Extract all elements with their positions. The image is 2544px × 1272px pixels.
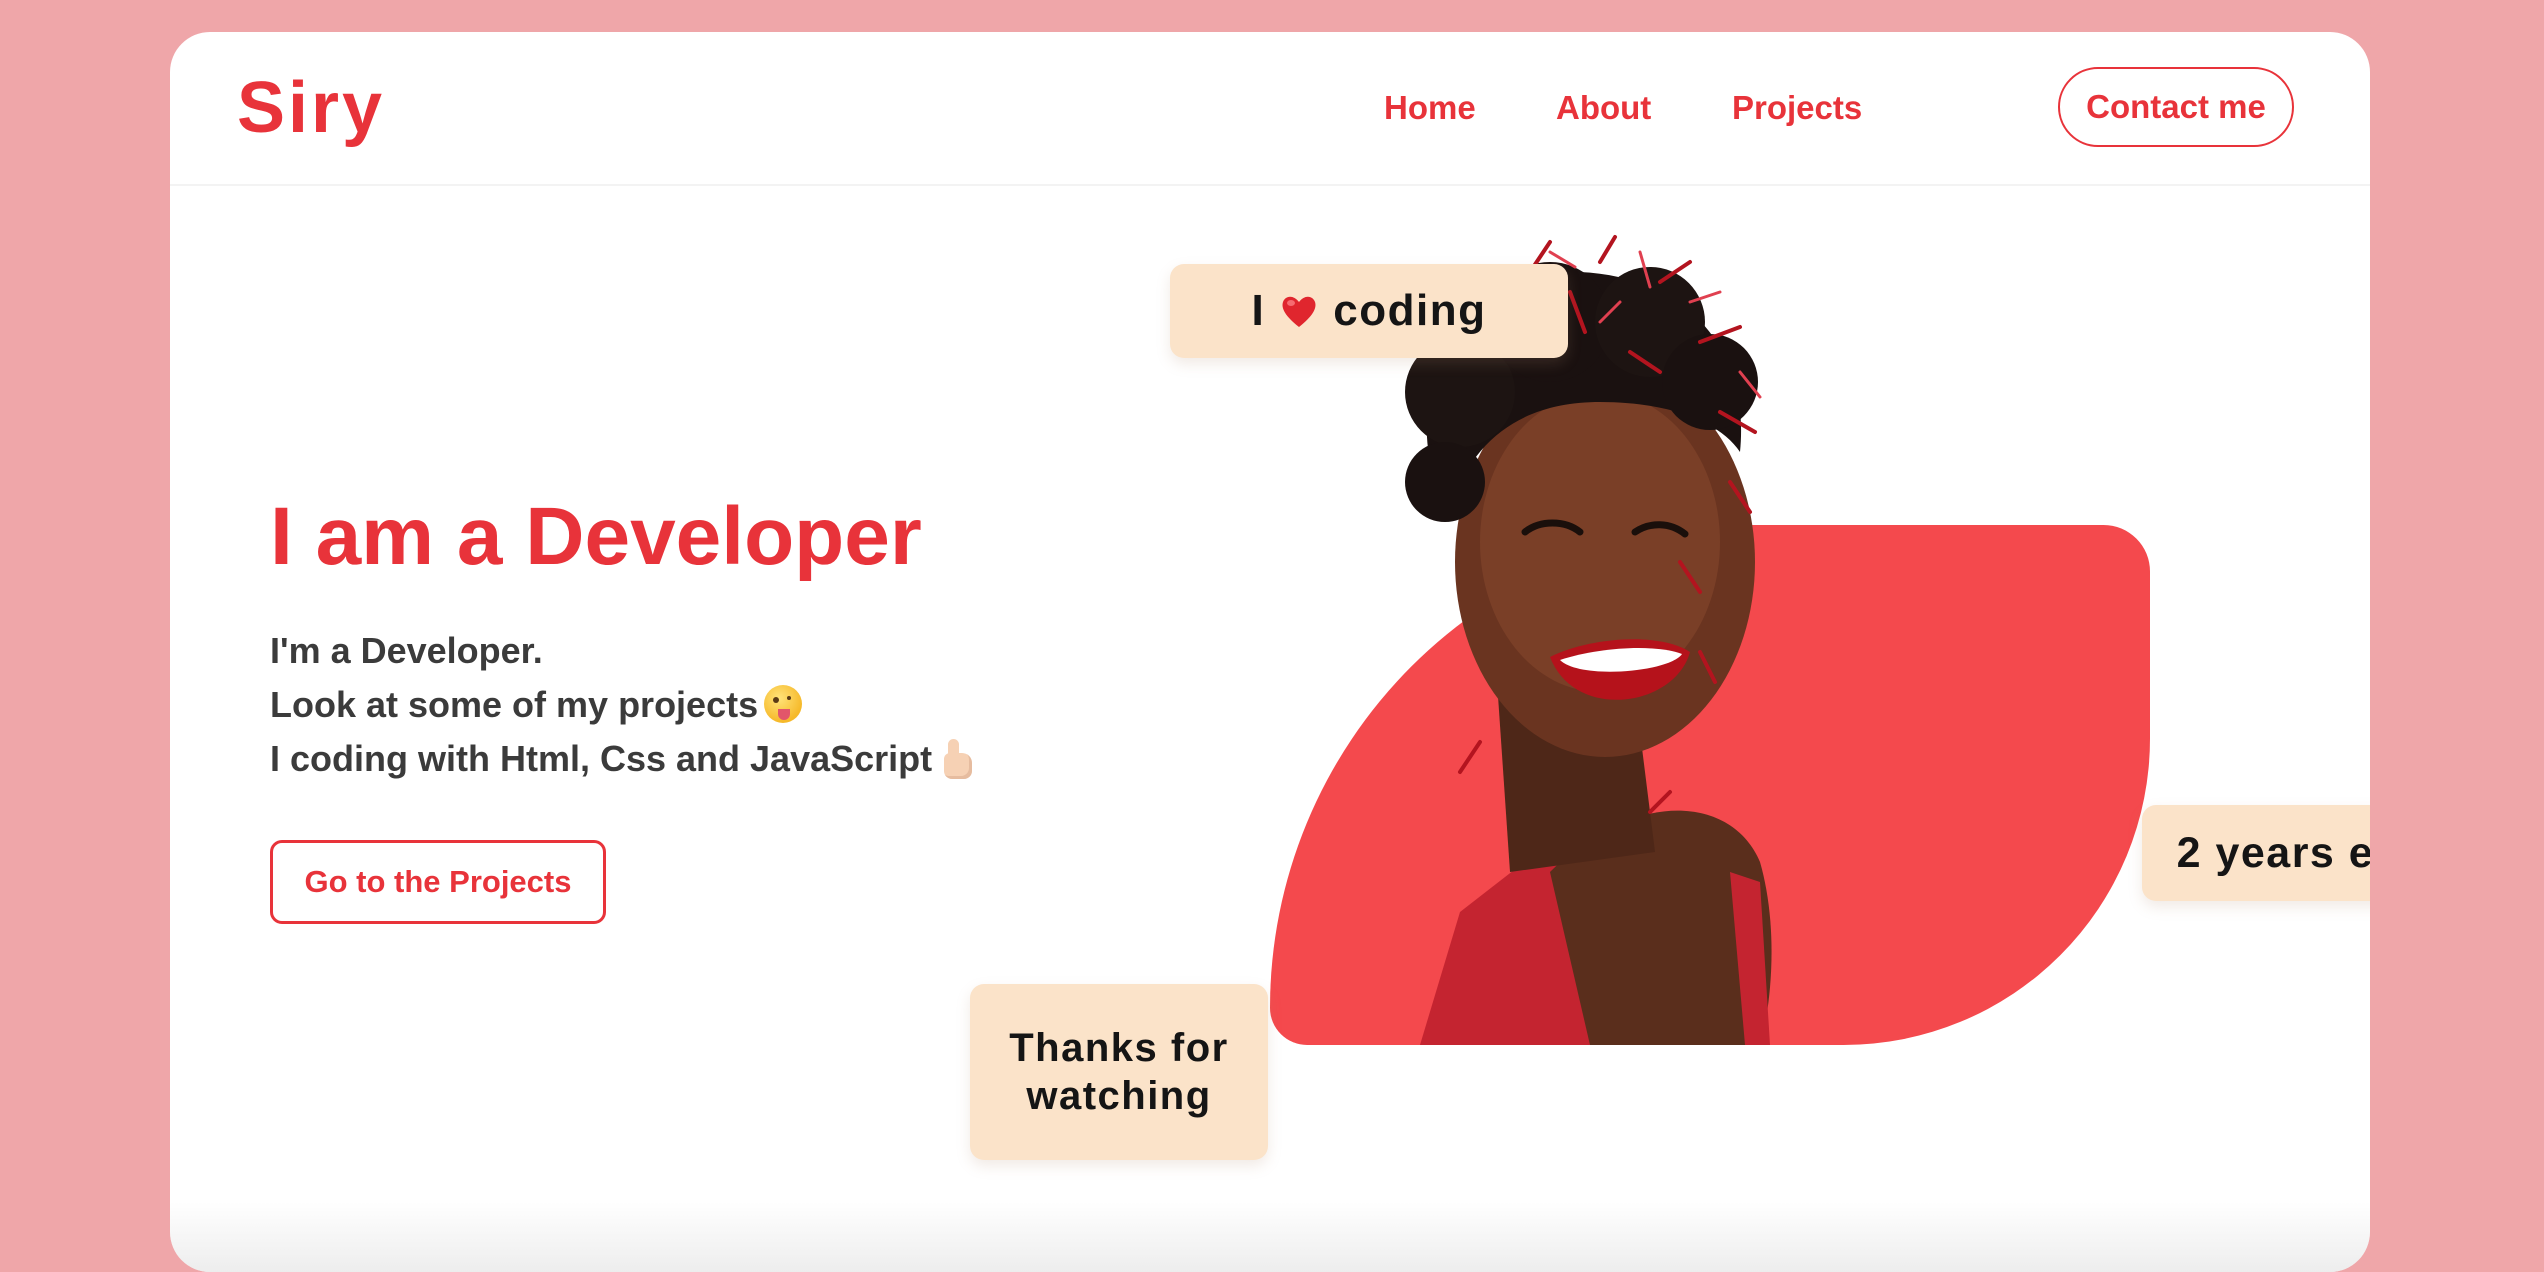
- contact-me-button[interactable]: Contact me: [2058, 67, 2294, 147]
- badge-experience: 2 years exp: [2142, 805, 2370, 901]
- hero-title: I am a Developer: [270, 491, 922, 582]
- hero-line-3: I coding with Html, Css and JavaScript: [270, 732, 974, 786]
- nav-link-projects[interactable]: Projects: [1732, 88, 1862, 128]
- hero-description: I'm a Developer. Look at some of my proj…: [270, 624, 974, 786]
- logo[interactable]: Siry: [237, 68, 385, 148]
- main-card: Siry Home About Projects Contact me I am…: [170, 32, 2370, 1272]
- nav-link-about[interactable]: About: [1556, 88, 1651, 128]
- hero-line-2: Look at some of my projects: [270, 678, 974, 732]
- badge-thanks: Thanks for watching: [970, 984, 1268, 1160]
- thumbs-up-icon: [940, 739, 974, 779]
- nav-link-home[interactable]: Home: [1384, 88, 1476, 128]
- navbar: Siry Home About Projects Contact me: [170, 32, 2370, 186]
- badge-i-love-coding: I coding: [1170, 264, 1568, 358]
- hero-line-1: I'm a Developer.: [270, 630, 543, 671]
- winking-face-with-tongue-icon: [764, 685, 803, 723]
- go-to-projects-button[interactable]: Go to the Projects: [270, 840, 606, 924]
- heart-icon: [1279, 291, 1319, 331]
